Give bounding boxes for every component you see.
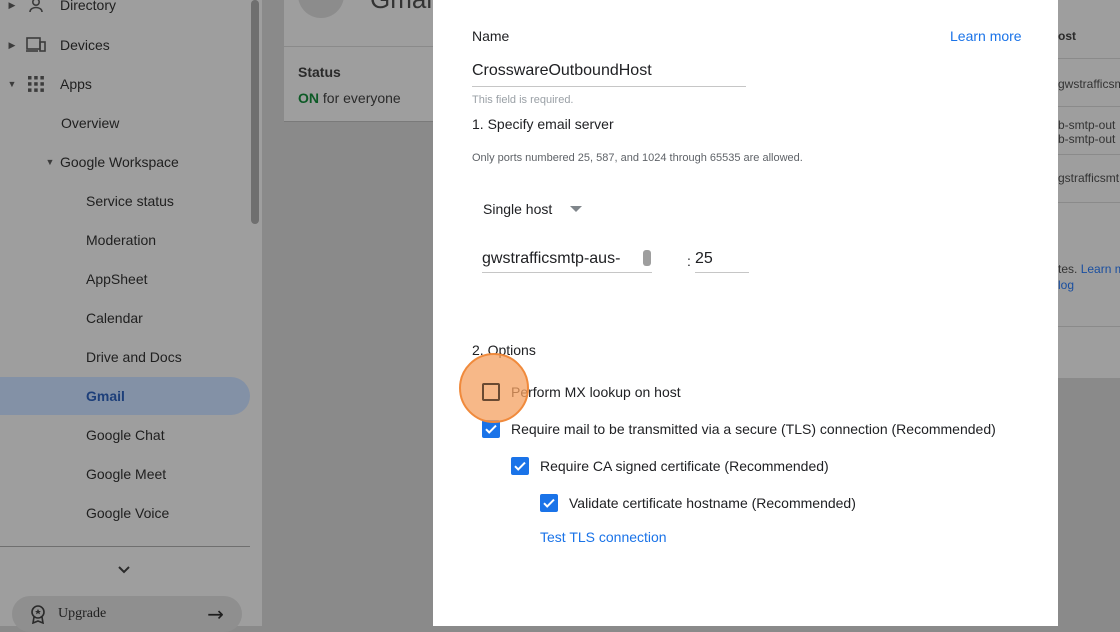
sidebar-item-gmail[interactable]: Gmail	[0, 377, 250, 415]
host-input[interactable]: gwstrafficsmtp-aus-	[482, 250, 652, 273]
table-header: ost	[1058, 29, 1076, 43]
sidebar-scrollbar[interactable]	[251, 0, 259, 224]
caret-down-icon: ▼	[45, 157, 55, 167]
divider	[1058, 154, 1120, 155]
require-ca-checkbox[interactable]	[511, 457, 529, 475]
sidebar-item-label: Gmail	[86, 388, 125, 404]
sidebar-item-label: Overview	[61, 115, 120, 131]
mx-lookup-checkbox-overlay	[482, 383, 500, 401]
table-cell: b-smtp-out	[1058, 118, 1116, 132]
table-cell: gwstrafficsm	[1058, 77, 1120, 91]
upgrade-button[interactable]: Upgrade →	[12, 596, 242, 632]
sidebar-item-label: Devices	[60, 37, 110, 53]
host-input-value: gwstrafficsmtp-aus-	[482, 250, 621, 267]
gmail-status-card: Gmail Status ON for everyone	[284, 0, 444, 122]
name-input[interactable]: CrosswareOutboundHost	[472, 62, 746, 87]
required-hint: This field is required.	[472, 94, 574, 106]
upgrade-label: Upgrade	[58, 606, 107, 621]
divider	[0, 546, 250, 547]
host-type-value: Single host	[483, 201, 553, 217]
sidebar-item-label: Drive and Docs	[86, 349, 182, 365]
learn-more-link[interactable]: Learn more	[950, 28, 1022, 44]
sidebar-item-label: Google Chat	[86, 427, 165, 443]
require-tls-label: Require mail to be transmitted via a sec…	[511, 421, 996, 437]
note-partial: tes.	[1058, 262, 1078, 276]
validate-hostname-checkbox[interactable]	[540, 494, 558, 512]
divider	[1058, 202, 1120, 203]
sidebar-item-service-status[interactable]: Service status	[86, 182, 174, 220]
status-value: ON for everyone	[298, 90, 401, 106]
award-icon	[28, 604, 48, 624]
table-cell: gstrafficsmt	[1058, 171, 1120, 185]
mx-lookup-label: Perform MX lookup on host	[511, 384, 681, 400]
name-label: Name	[472, 28, 510, 44]
sidebar-item-directory[interactable]: ▶ Directory	[0, 0, 116, 24]
sidebar-item-label: Apps	[60, 76, 92, 92]
sidebar-item-calendar[interactable]: Calendar	[86, 299, 143, 337]
sidebar-item-label: AppSheet	[86, 271, 148, 287]
sidebar-item-overview[interactable]: Overview	[61, 104, 119, 142]
sidebar-item-label: Calendar	[86, 310, 143, 326]
validate-hostname-label: Validate certificate hostname (Recommend…	[569, 495, 856, 511]
note-text: tes. Learn m	[1058, 262, 1120, 276]
sidebar-item-label: Service status	[86, 193, 174, 209]
sidebar-item-google-workspace[interactable]: ▼ Google Workspace	[40, 143, 179, 181]
sidebar-item-drive-and-docs[interactable]: Drive and Docs	[86, 338, 182, 376]
status-rest: for everyone	[322, 90, 401, 106]
port-separator: :	[687, 253, 691, 269]
divider	[1058, 106, 1120, 107]
status-label: Status	[298, 64, 341, 80]
route-dialog: Name Learn more CrosswareOutboundHost Th…	[433, 0, 1058, 626]
sidebar-item-label: Google Workspace	[60, 154, 179, 170]
checkmark-icon	[543, 498, 555, 508]
ports-note: Only ports numbered 25, 587, and 1024 th…	[472, 152, 803, 164]
app-title: Gmail	[370, 0, 438, 15]
gmail-logo-icon	[298, 0, 344, 18]
sidebar-item-label: Google Meet	[86, 466, 167, 482]
host-type-select[interactable]: Single host	[483, 198, 603, 220]
sidebar-item-moderation[interactable]: Moderation	[86, 221, 156, 259]
caret-down-icon: ▼	[7, 79, 17, 89]
divider	[1058, 326, 1120, 327]
sidebar-item-google-voice[interactable]: Google Voice	[86, 494, 169, 532]
sidebar-item-appsheet[interactable]: AppSheet	[86, 260, 148, 298]
arrow-right-icon: →	[207, 602, 224, 626]
sidebar-item-google-meet[interactable]: Google Meet	[86, 455, 166, 493]
caret-right-icon: ▶	[8, 0, 16, 10]
section-specify-server: 1. Specify email server	[472, 116, 614, 132]
sidebar-item-devices[interactable]: ▶ Devices	[0, 26, 110, 64]
routes-table-card: ost gwstrafficsm b-smtp-out b-smtp-out g…	[1058, 0, 1120, 378]
divider	[284, 46, 444, 47]
log-link[interactable]: log	[1058, 278, 1074, 292]
status-on: ON	[298, 90, 319, 106]
sidebar-item-label: Google Voice	[86, 505, 170, 521]
sidebar-item-google-chat[interactable]: Google Chat	[86, 416, 165, 454]
learn-more-link[interactable]: Learn m	[1081, 262, 1120, 276]
test-tls-link[interactable]: Test TLS connection	[540, 529, 667, 545]
divider	[1058, 58, 1120, 59]
table-cell: b-smtp-out	[1058, 132, 1116, 146]
apps-grid-icon	[24, 74, 48, 94]
dropdown-arrow-icon	[570, 205, 583, 213]
sidebar-item-label: Directory	[60, 0, 117, 13]
sidebar-item-apps[interactable]: ▼ Apps	[0, 65, 92, 103]
checkmark-icon	[514, 461, 526, 471]
name-input-value: CrosswareOutboundHost	[472, 62, 652, 79]
port-input[interactable]: 25	[695, 250, 749, 273]
devices-icon	[24, 35, 48, 55]
chevron-down-icon[interactable]	[116, 562, 132, 583]
sidebar: ▶ Directory ▶ Devices ▼ Apps Overview ▼ …	[0, 0, 262, 632]
sidebar-item-label: Moderation	[86, 232, 157, 248]
require-ca-label: Require CA signed certificate (Recommend…	[540, 458, 829, 474]
person-icon	[24, 0, 48, 15]
host-input-scrollbar[interactable]	[643, 250, 651, 266]
port-input-value: 25	[695, 250, 713, 267]
caret-right-icon: ▶	[8, 39, 16, 50]
